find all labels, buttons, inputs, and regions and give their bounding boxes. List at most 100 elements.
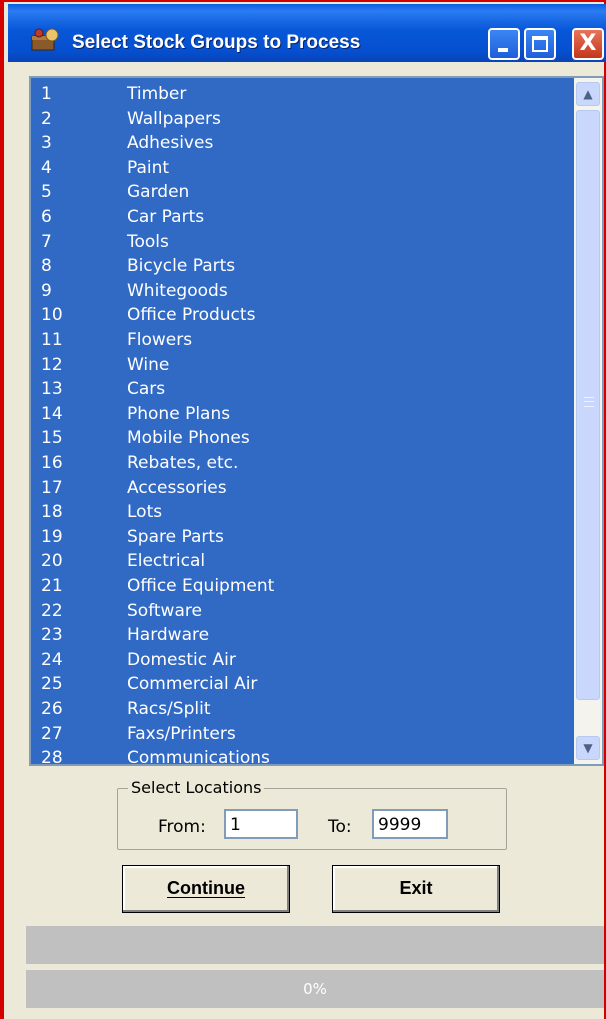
group-number: 9 — [41, 280, 52, 301]
group-name: Spare Parts — [127, 526, 224, 547]
group-name: Phone Plans — [127, 403, 231, 424]
list-item[interactable]: 18 Lots — [31, 500, 571, 524]
scroll-up-button[interactable]: ▲ — [576, 82, 600, 106]
minimize-button[interactable] — [488, 28, 520, 60]
group-name: Cars — [127, 379, 166, 400]
list-item[interactable]: 14 Phone Plans — [31, 402, 571, 426]
to-field[interactable]: 9999 — [372, 809, 448, 839]
list-item[interactable]: 22 Software — [31, 599, 571, 623]
group-number: 12 — [41, 354, 63, 375]
group-name: Domestic Air — [127, 649, 236, 670]
list-item[interactable]: 15 Mobile Phones — [31, 426, 571, 450]
list-item[interactable]: 24 Domestic Air — [31, 648, 571, 672]
close-icon: X — [579, 31, 597, 56]
vertical-scrollbar[interactable]: ▲ ▼ — [574, 78, 602, 764]
group-name: Racs/Split — [127, 699, 211, 719]
stock-groups-listbox[interactable]: 28 Communications 27 Faxs/Printers 26 Racs/Sp… — [29, 76, 604, 766]
group-number: 27 — [41, 723, 63, 744]
group-name: Flowers — [127, 330, 193, 350]
close-button[interactable]: X — [572, 28, 604, 60]
scroll-down-button[interactable]: ▼ — [576, 736, 600, 760]
continue-label: Continue — [167, 878, 245, 898]
list-item[interactable]: 20 Electrical — [31, 549, 571, 573]
group-number: 1 — [41, 84, 52, 104]
group-number: 18 — [41, 502, 63, 523]
list-item[interactable]: 9 Whitegoods — [31, 279, 571, 303]
list-item[interactable]: 1 Timber — [31, 82, 571, 106]
maximize-button[interactable] — [524, 28, 556, 60]
group-name: Bicycle Parts — [127, 256, 236, 277]
group-name: Mobile Phones — [127, 428, 250, 449]
list-item[interactable]: 13 Cars — [31, 377, 571, 401]
group-name: Adhesives — [127, 133, 214, 154]
group-name: Faxs/Printers — [127, 723, 236, 744]
group-number: 11 — [41, 330, 63, 350]
group-name: Commercial Air — [127, 674, 258, 695]
group-name: Accessories — [127, 477, 227, 498]
list-item[interactable]: 11 Flowers — [31, 328, 571, 352]
group-number: 7 — [41, 231, 52, 252]
group-number: 25 — [41, 674, 63, 695]
select-locations-group: Select Locations From: 1 To: 9999 — [117, 778, 507, 850]
chevron-down-icon: ▼ — [583, 741, 593, 755]
list-item[interactable]: 27 Faxs/Printers — [31, 722, 571, 746]
group-name: Lots — [127, 502, 163, 523]
group-name: Whitegoods — [127, 280, 228, 301]
list-item[interactable]: 5 Garden — [31, 180, 571, 204]
group-name: Wallpapers — [127, 108, 221, 129]
list-item[interactable]: 10 Office Products — [31, 303, 571, 327]
list-item[interactable]: 28 Communications — [31, 746, 571, 766]
from-label: From: — [158, 817, 206, 837]
list-item[interactable]: 6 Car Parts — [31, 205, 571, 229]
group-number: 28 — [41, 748, 63, 766]
progress-text: 0% — [303, 980, 327, 998]
group-number: 5 — [41, 182, 52, 203]
list-item[interactable]: 2 Wallpapers — [31, 107, 571, 131]
group-name: Garden — [127, 182, 190, 203]
group-number: 22 — [41, 600, 63, 621]
list-item[interactable]: 23 Hardware — [31, 623, 571, 647]
group-number: 14 — [41, 403, 63, 424]
group-number: 20 — [41, 551, 63, 572]
exit-button[interactable]: Exit — [332, 865, 500, 913]
group-name: Communications — [127, 748, 270, 766]
continue-button[interactable]: Continue — [122, 865, 290, 913]
from-field[interactable]: 1 — [224, 809, 298, 839]
group-number: 3 — [41, 133, 52, 154]
group-name: Tools — [127, 231, 169, 252]
list-item[interactable]: 16 Rebates, etc. — [31, 451, 571, 475]
list-item[interactable]: 19 Spare Parts — [31, 525, 571, 549]
list-item[interactable]: 25 Commercial Air — [31, 672, 571, 696]
group-number: 15 — [41, 428, 63, 449]
grip-icon — [584, 397, 594, 407]
group-number: 10 — [41, 305, 63, 326]
group-number: 8 — [41, 256, 52, 277]
group-name: Rebates, etc. — [127, 453, 239, 473]
list-item[interactable]: 12 Wine — [31, 353, 571, 377]
list-item[interactable]: 21 Office Equipment — [31, 574, 571, 598]
group-name: Timber — [127, 84, 187, 104]
group-number: 6 — [41, 207, 52, 227]
chevron-up-icon: ▲ — [583, 87, 593, 101]
title-bar[interactable]: Select Stock Groups to Process X — [8, 4, 606, 62]
group-number: 23 — [41, 625, 63, 646]
list-item[interactable]: 7 Tools — [31, 230, 571, 254]
scroll-thumb[interactable] — [576, 110, 600, 700]
group-name: Car Parts — [127, 207, 205, 227]
list-item[interactable]: 26 Racs/Split — [31, 697, 571, 721]
group-number: 26 — [41, 699, 63, 719]
group-number: 4 — [41, 157, 52, 178]
group-name: Office Equipment — [127, 576, 275, 596]
list-item[interactable]: 17 Accessories — [31, 476, 571, 500]
window-title: Select Stock Groups to Process — [72, 32, 361, 53]
group-number: 21 — [41, 576, 63, 596]
list-item[interactable]: 3 Adhesives — [31, 131, 571, 155]
to-label: To: — [328, 817, 352, 837]
status-bar — [26, 926, 604, 964]
group-number: 2 — [41, 108, 52, 129]
group-number: 16 — [41, 453, 63, 473]
minimize-icon — [498, 48, 508, 52]
maximize-icon — [532, 36, 548, 52]
list-item[interactable]: 4 Paint — [31, 156, 571, 180]
list-item[interactable]: 8 Bicycle Parts — [31, 254, 571, 278]
